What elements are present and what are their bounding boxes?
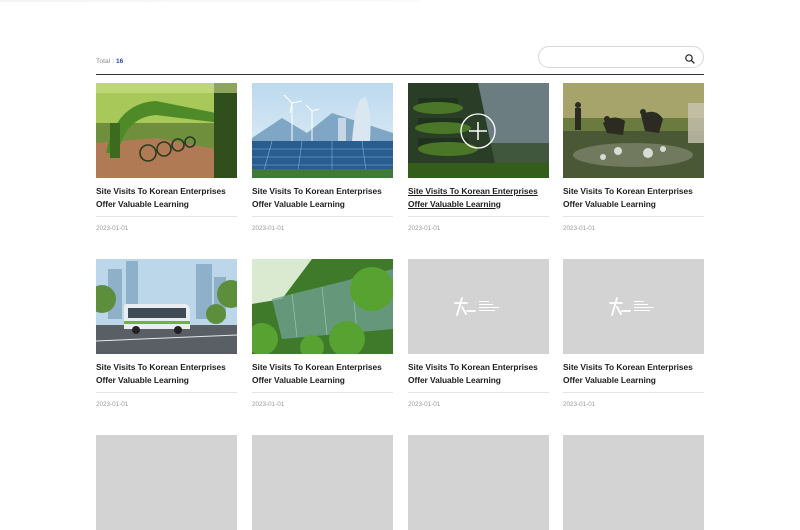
wind-turbines-solar-city-image [252, 83, 393, 178]
electric-bus-city-image [96, 259, 237, 354]
card-title[interactable]: Site Visits To Korean Enterprises Offer … [563, 361, 704, 388]
people-cleaning-river-image [563, 83, 704, 178]
card-divider [563, 392, 704, 393]
card-divider [252, 216, 393, 217]
card-thumbnail[interactable] [252, 435, 393, 530]
total-count-label: Total : 16 [96, 58, 123, 65]
card-thumbnail[interactable] [96, 435, 237, 530]
card-title-line1: Site Visits To Korean Enterprises [563, 186, 693, 196]
card-title-line1: Site Visits To Korean Enterprises [252, 362, 382, 372]
card-thumbnail[interactable] [563, 435, 704, 530]
card-title-line1: Site Visits To Korean Enterprises [408, 362, 538, 372]
card-date: 2023-01-01 [563, 225, 596, 232]
card-item[interactable]: Site Visits To Korean Enterprises Offer … [252, 259, 393, 408]
card-thumbnail[interactable] [563, 83, 704, 178]
card-title-line2: Offer Valuable Learning [563, 374, 656, 385]
card-thumbnail[interactable] [96, 259, 237, 354]
card-item[interactable]: Site Visits To Korean Enterprises Offer … [408, 259, 549, 408]
card-title[interactable]: Site Visits To Korean Enterprises Offer … [563, 185, 704, 212]
card-date: 2023-01-01 [408, 401, 441, 408]
card-item[interactable]: Site Visits To Korean Enterprises Offer … [563, 83, 704, 232]
card-item[interactable]: Site Visits To Korean Enterprises Offer … [563, 259, 704, 408]
card-title-line2: Offer Valuable Learning [563, 198, 656, 209]
card-date: 2023-01-01 [96, 225, 129, 232]
card-divider [408, 392, 549, 393]
card-divider [252, 392, 393, 393]
search-input[interactable] [549, 50, 683, 66]
card-title-line2: Offer Valuable Learning [252, 198, 345, 209]
card-title-line1: Site Visits To Korean Enterprises [563, 362, 693, 372]
card-title-line2: Offer Valuable Learning [252, 374, 345, 385]
card-divider [96, 392, 237, 393]
card-date: 2023-01-01 [252, 401, 285, 408]
card-date: 2023-01-01 [563, 401, 596, 408]
card-title[interactable]: Site Visits To Korean Enterprises Offer … [252, 185, 393, 212]
card-title[interactable]: Site Visits To Korean Enterprises Offer … [408, 361, 549, 388]
green-glass-building-image [252, 259, 393, 354]
card-item[interactable] [408, 435, 549, 530]
card-item[interactable]: Site Visits To Korean Enterprises Offer … [252, 83, 393, 232]
card-title-line2: Offer Valuable Learning [96, 198, 189, 209]
total-label-text: Total : [96, 58, 115, 65]
card-date: 2023-01-01 [408, 225, 441, 232]
card-divider [408, 216, 549, 217]
card-thumbnail[interactable] [252, 83, 393, 178]
card-item[interactable] [563, 435, 704, 530]
placeholder-logo-icon [609, 297, 654, 316]
card-title[interactable]: Site Visits To Korean Enterprises Offer … [96, 185, 237, 212]
card-item[interactable]: Site Visits To Korean Enterprises Offer … [408, 83, 549, 232]
card-item[interactable]: Site Visits To Korean Enterprises Offer … [96, 259, 237, 408]
search-box[interactable] [538, 46, 704, 68]
card-thumbnail[interactable] [563, 259, 704, 354]
search-icon[interactable] [684, 52, 696, 64]
card-date: 2023-01-01 [252, 225, 285, 232]
card-title[interactable]: Site Visits To Korean Enterprises Offer … [96, 361, 237, 388]
card-title-line2: Offer Valuable Learning [408, 198, 501, 209]
card-thumbnail[interactable] [252, 259, 393, 354]
card-title-line1: Site Visits To Korean Enterprises [96, 186, 226, 196]
total-count-value: 16 [115, 58, 124, 65]
card-thumbnail[interactable] [408, 259, 549, 354]
card-title[interactable]: Site Visits To Korean Enterprises Offer … [252, 361, 393, 388]
placeholder-logo-icon [454, 297, 499, 316]
card-thumbnail[interactable] [96, 83, 237, 178]
card-item[interactable] [252, 435, 393, 530]
top-fade-line [0, 0, 420, 2]
card-item[interactable] [96, 435, 237, 530]
card-title-line1: Site Visits To Korean Enterprises [252, 186, 382, 196]
list-toolbar: Total : 16 [96, 44, 704, 75]
card-divider [563, 216, 704, 217]
plus-circle-icon[interactable] [460, 113, 496, 149]
card-thumbnail[interactable] [408, 435, 549, 530]
card-title-line1: Site Visits To Korean Enterprises [96, 362, 226, 372]
card-item[interactable]: Site Visits To Korean Enterprises Offer … [96, 83, 237, 232]
card-date: 2023-01-01 [96, 401, 129, 408]
green-bicycle-station-image [96, 83, 237, 178]
card-title-line1: Site Visits To Korean Enterprises [408, 186, 538, 196]
card-title-line2: Offer Valuable Learning [408, 374, 501, 385]
card-thumbnail[interactable] [408, 83, 549, 178]
card-divider [96, 216, 237, 217]
card-title-line2: Offer Valuable Learning [96, 374, 189, 385]
card-title[interactable]: Site Visits To Korean Enterprises Offer … [408, 185, 549, 212]
